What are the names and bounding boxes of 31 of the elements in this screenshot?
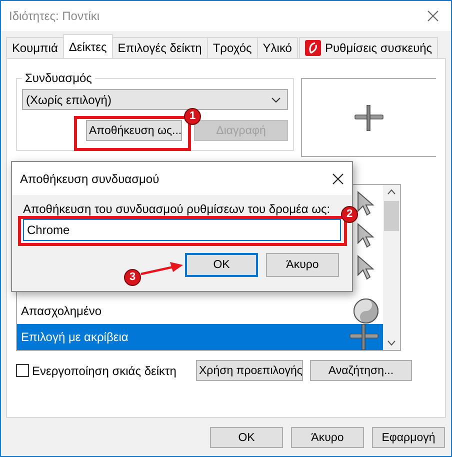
dialog-button[interactable]: Άκυρο [266, 253, 339, 277]
cursor-list-item[interactable]: Επιλογή με ακρίβεια [17, 324, 383, 350]
input-field[interactable]: Chrome [23, 219, 341, 241]
scrollbar[interactable] [383, 185, 400, 350]
prompt-label: Αποθήκευση του συνδυασμού ρυθμίσεων του δρομέα ως: [23, 202, 332, 216]
checkbox[interactable] [16, 364, 29, 377]
busy-cursor-icon [353, 298, 379, 324]
pointer-arrow [140, 259, 184, 277]
cursor-list-item[interactable]: Απασχολημένο [17, 298, 383, 324]
crosshair-cursor-icon [354, 104, 384, 130]
tab[interactable]: Υλικό [256, 37, 298, 58]
footer-button[interactable]: Άκυρο [291, 427, 364, 448]
browse-button[interactable]: Αναζήτηση... [310, 360, 412, 381]
tab[interactable]: Κουμπιά [6, 37, 64, 58]
device-logo-icon [304, 40, 321, 56]
use-default-button[interactable]: Χρήση προεπιλογής [196, 360, 303, 381]
footer-button[interactable]: OK [210, 427, 283, 448]
crosshair-cursor-icon [349, 324, 379, 350]
tab[interactable]: Ρυθμίσεις συσκευής [298, 37, 438, 58]
close-icon[interactable] [332, 172, 344, 184]
scheme-button[interactable]: Αποθήκευση ως... [86, 120, 182, 141]
scheme-dropdown[interactable]: (Χωρίς επιλογή) [22, 89, 288, 110]
window-title: Ιδιότητες: Ποντίκι [9, 9, 100, 23]
checkbox-label: Ενεργοποίηση σκιάς δείκτη [32, 364, 178, 378]
dialog-button[interactable]: OK [185, 253, 258, 277]
dialog-title: Αποθήκευση συνδυασμού [20, 172, 160, 186]
group-label: Συνδυασμός [24, 71, 93, 85]
footer-button[interactable]: Εφαρμογή [372, 427, 445, 448]
scroll-thumb[interactable] [384, 201, 399, 231]
tab[interactable]: Δείκτες [62, 34, 113, 58]
chevron-down-icon [271, 96, 281, 102]
